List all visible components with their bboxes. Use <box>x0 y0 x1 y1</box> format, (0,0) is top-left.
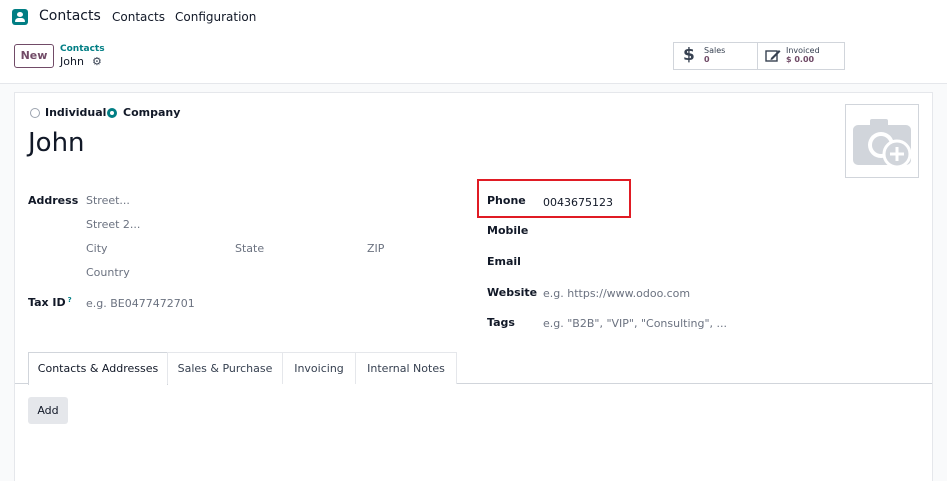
website-input[interactable]: e.g. https://www.odoo.com <box>543 287 690 300</box>
menu-item-configuration[interactable]: Configuration <box>175 10 256 24</box>
breadcrumb-parent[interactable]: Contacts <box>60 44 105 54</box>
radio-individual[interactable] <box>30 108 40 118</box>
top-navbar: Contacts Contacts Configuration <box>0 0 947 34</box>
tab-sales-purchase[interactable]: Sales & Purchase <box>167 352 283 384</box>
tab-invoicing[interactable]: Invoicing <box>282 352 356 384</box>
avatar-upload[interactable] <box>845 104 919 178</box>
sales-smart-button[interactable]: $ Sales 0 <box>673 42 759 70</box>
form-sheet <box>14 92 933 481</box>
camera-add-icon <box>853 119 912 169</box>
state-input[interactable]: State <box>235 242 264 255</box>
address-label: Address <box>28 194 79 207</box>
phone-label: Phone <box>487 194 526 207</box>
menu-item-contacts[interactable]: Contacts <box>112 10 165 24</box>
city-input[interactable]: City <box>86 242 108 255</box>
country-input[interactable]: Country <box>86 266 130 279</box>
new-button[interactable]: New <box>14 44 54 68</box>
control-panel: New Contacts John ⚙ $ Sales 0 Invoiced $… <box>0 34 947 84</box>
tax-id-label-text: Tax ID <box>28 296 66 309</box>
gear-icon[interactable]: ⚙ <box>92 56 102 67</box>
invoiced-smart-button[interactable]: Invoiced $ 0.00 <box>757 42 845 70</box>
radio-company-label[interactable]: Company <box>123 106 180 119</box>
tab-internal-notes[interactable]: Internal Notes <box>355 352 457 384</box>
invoiced-label: Invoiced <box>786 46 820 55</box>
sales-label: Sales <box>704 46 726 55</box>
add-button[interactable]: Add <box>28 397 68 424</box>
mobile-label: Mobile <box>487 224 529 237</box>
dollar-icon: $ <box>683 45 695 65</box>
mobile-input[interactable] <box>543 224 843 238</box>
email-input[interactable] <box>543 255 843 269</box>
zip-input[interactable]: ZIP <box>367 242 384 255</box>
street2-input[interactable]: Street 2... <box>86 218 140 231</box>
contacts-app-icon[interactable] <box>12 9 28 25</box>
help-tooltip-icon[interactable]: ? <box>68 296 72 304</box>
radio-company[interactable] <box>107 108 117 118</box>
tax-id-input[interactable]: e.g. BE0477472701 <box>86 297 195 310</box>
breadcrumb-current: John <box>60 55 84 68</box>
tags-input[interactable]: e.g. "B2B", "VIP", "Consulting", ... <box>543 317 727 330</box>
website-label: Website <box>487 286 538 299</box>
tags-label: Tags <box>487 316 515 329</box>
street-input[interactable]: Street... <box>86 194 130 207</box>
tax-id-label: Tax ID? <box>28 296 72 309</box>
invoiced-value: $ 0.00 <box>786 55 815 64</box>
radio-individual-label[interactable]: Individual <box>45 106 106 119</box>
app-name[interactable]: Contacts <box>39 8 101 24</box>
phone-input[interactable]: 0043675123 <box>543 196 613 209</box>
sales-value: 0 <box>704 55 710 64</box>
edit-document-icon <box>765 50 781 62</box>
record-name-field[interactable]: John <box>28 128 85 158</box>
tab-contacts-addresses[interactable]: Contacts & Addresses <box>28 352 168 385</box>
email-label: Email <box>487 255 521 268</box>
